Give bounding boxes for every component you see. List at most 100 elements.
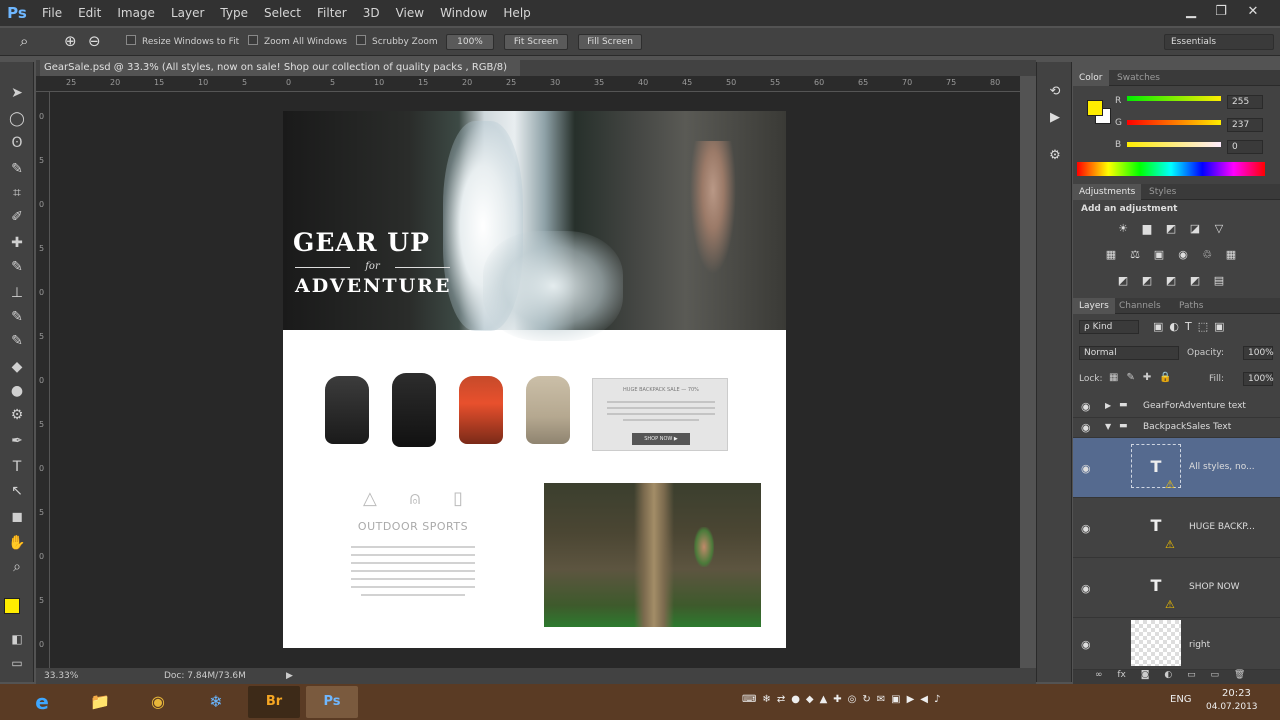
menu-window[interactable]: Window [432, 6, 495, 20]
group-expand-icon[interactable]: ▼ [1105, 422, 1111, 431]
menu-filter[interactable]: Filter [309, 6, 355, 20]
tab-paths[interactable]: Paths [1173, 298, 1209, 314]
adjustment-layer-icon[interactable]: ◐ [1164, 670, 1172, 680]
pen-tool-icon[interactable]: ✒ [5, 430, 29, 452]
layer-row[interactable]: ◉ T ⚠ HUGE BACKP... [1073, 498, 1280, 558]
hand-tool-icon[interactable]: ✋ [5, 532, 29, 554]
zoom-in-icon[interactable]: ⊕ [64, 32, 77, 50]
document-canvas[interactable]: GEAR UP for ADVENTURE HUGE BACKPACK SALE… [283, 111, 786, 648]
move-tool-icon[interactable]: ➤ [5, 82, 29, 104]
invert-adjust-icon[interactable]: ◩ [1115, 274, 1131, 288]
link-icon[interactable]: ∞ [1095, 670, 1103, 680]
layer-row[interactable]: ◉ right [1073, 618, 1280, 670]
color-picker-swatches[interactable] [1087, 100, 1117, 130]
tab-styles[interactable]: Styles [1143, 184, 1182, 200]
clock-time[interactable]: 20:23 [1222, 688, 1251, 699]
eye-icon[interactable]: ◉ [1081, 582, 1093, 595]
fill-screen-button[interactable]: Fill Screen [578, 34, 642, 50]
curves-adjust-icon[interactable]: ◩ [1163, 222, 1179, 236]
menu-help[interactable]: Help [495, 6, 538, 20]
group-expand-icon[interactable]: ▶ [1105, 401, 1111, 410]
eye-icon[interactable]: ◉ [1081, 421, 1093, 434]
eye-icon[interactable]: ◉ [1081, 462, 1093, 475]
crop-tool-icon[interactable]: ⌗ [5, 182, 29, 204]
eye-icon[interactable]: ◉ [1081, 522, 1093, 535]
actual-pixels-button[interactable]: 100% [446, 34, 494, 50]
zoom-all-checkbox[interactable]: Zoom All Windows [248, 34, 347, 51]
layer-group-row[interactable]: ◉ ▼ ▬ BackpackSales Text [1073, 418, 1280, 438]
eraser-tool-icon[interactable]: ✎ [5, 330, 29, 352]
black-white-adjust-icon[interactable]: ▣ [1151, 248, 1167, 262]
screen-mode-icon[interactable]: ▭ [5, 652, 29, 674]
photoshop-taskbar-icon[interactable]: Ps [306, 686, 358, 718]
new-layer-icon[interactable]: ▭ [1210, 670, 1219, 680]
hue-sat-adjust-icon[interactable]: ▦ [1103, 248, 1119, 262]
minimize-button[interactable]: ▁ [1178, 2, 1204, 22]
zoom-level[interactable]: 33.33% [44, 668, 78, 684]
lasso-tool-icon[interactable]: ʘ [5, 132, 29, 154]
trash-icon[interactable]: 🗑 [1234, 670, 1245, 680]
green-slider[interactable] [1127, 120, 1221, 125]
fill-value[interactable]: 100% [1243, 372, 1274, 386]
posterize-adjust-icon[interactable]: ◩ [1139, 274, 1155, 288]
quick-select-tool-icon[interactable]: ✎ [5, 158, 29, 180]
color-spectrum-bar[interactable] [1077, 162, 1265, 176]
menu-image[interactable]: Image [109, 6, 163, 20]
gradient-map-adjust-icon[interactable]: ▤ [1211, 274, 1227, 288]
blue-value[interactable]: 0 [1227, 140, 1263, 154]
tab-color[interactable]: Color [1073, 70, 1109, 86]
eye-icon[interactable]: ◉ [1081, 638, 1093, 651]
quick-mask-icon[interactable]: ◧ [5, 628, 29, 650]
history-panel-icon[interactable]: ⟲ [1045, 82, 1065, 102]
red-value[interactable]: 255 [1227, 95, 1263, 109]
path-select-tool-icon[interactable]: ↖ [5, 480, 29, 502]
language-indicator[interactable]: ENG [1170, 694, 1192, 705]
green-value[interactable]: 237 [1227, 118, 1263, 132]
brush-tool-icon[interactable]: ✎ [5, 256, 29, 278]
checkbox-box[interactable] [248, 35, 258, 45]
shop-now-button[interactable]: SHOP NOW ▶ [632, 433, 690, 445]
resize-windows-checkbox[interactable]: Resize Windows to Fit [126, 34, 239, 51]
scrubby-zoom-checkbox[interactable]: Scrubby Zoom [356, 34, 438, 51]
menu-3d[interactable]: 3D [355, 6, 388, 20]
checkbox-box[interactable] [356, 35, 366, 45]
mask-icon[interactable]: ◙ [1141, 670, 1150, 680]
explorer-taskbar-icon[interactable]: 📁 [74, 686, 126, 718]
menu-file[interactable]: File [34, 6, 70, 20]
layer-filter-icons[interactable]: ▣◐T⬚▣ [1153, 320, 1231, 333]
menu-type[interactable]: Type [212, 6, 256, 20]
blend-mode-select[interactable]: Normal [1079, 346, 1179, 360]
marquee-tool-icon[interactable]: ◯ [5, 108, 29, 130]
eyedropper-tool-icon[interactable]: ✐ [5, 206, 29, 228]
workspace-select[interactable]: Essentials [1164, 34, 1274, 50]
clock-date[interactable]: 04.07.2013 [1206, 702, 1258, 712]
blue-slider[interactable] [1127, 142, 1221, 147]
selective-color-adjust-icon[interactable]: ◩ [1187, 274, 1203, 288]
layer-row-selected[interactable]: ◉ T ⚠ All styles, no... [1073, 438, 1280, 498]
red-slider[interactable] [1127, 96, 1221, 101]
zoom-icon[interactable]: ⌕ [20, 32, 28, 50]
menu-select[interactable]: Select [256, 6, 309, 20]
document-tab[interactable]: GearSale.psd @ 33.3% (All styles, now on… [40, 60, 520, 89]
zoom-tool-icon[interactable]: ⌕ [5, 556, 29, 578]
menu-layer[interactable]: Layer [163, 6, 212, 20]
paint-bucket-tool-icon[interactable]: ◆ [5, 356, 29, 378]
new-group-icon[interactable]: ▭ [1187, 670, 1196, 680]
levels-adjust-icon[interactable]: ▆ [1139, 222, 1155, 236]
dodge-tool-icon[interactable]: ⚙ [5, 404, 29, 426]
lock-icons[interactable]: ▦✎✚🔒 [1109, 372, 1180, 383]
color-lookup-adjust-icon[interactable]: ▦ [1223, 248, 1239, 262]
fit-screen-button[interactable]: Fit Screen [504, 34, 568, 50]
vibrance-adjust-icon[interactable]: ▽ [1211, 222, 1227, 236]
menu-view[interactable]: View [388, 6, 432, 20]
chrome-taskbar-icon[interactable]: ◉ [132, 686, 184, 718]
history-brush-tool-icon[interactable]: ✎ [5, 306, 29, 328]
layer-group-row[interactable]: ◉ ▶ ▬ GearForAdventure text [1073, 396, 1280, 418]
tab-swatches[interactable]: Swatches [1111, 70, 1166, 86]
photo-filter-adjust-icon[interactable]: ◉ [1175, 248, 1191, 262]
app-taskbar-icon[interactable]: ❄ [190, 686, 242, 718]
menu-edit[interactable]: Edit [70, 6, 109, 20]
foreground-color-swatch[interactable] [4, 598, 20, 614]
blur-tool-icon[interactable]: ● [5, 380, 29, 402]
zoom-out-icon[interactable]: ⊖ [88, 32, 101, 50]
